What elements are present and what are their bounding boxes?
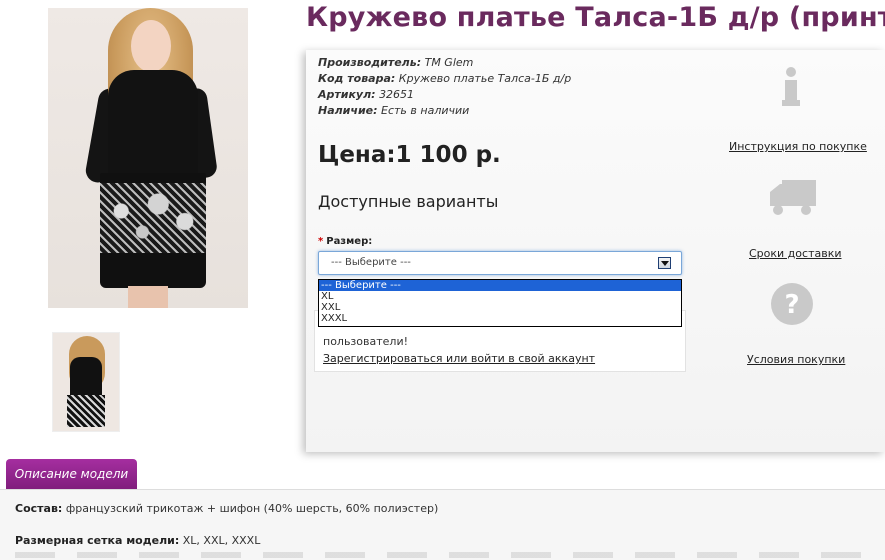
price: Цена:1 100 р. — [318, 142, 501, 168]
size-label: * Размер: — [318, 236, 372, 247]
description-panel: Состав: французский трикотаж + шифон (40… — [0, 489, 885, 560]
size-label-text: Размер: — [326, 236, 373, 247]
tab-description[interactable]: Описание модели — [6, 459, 137, 491]
size-option[interactable]: --- Выберите --- — [319, 280, 681, 291]
chevron-down-icon[interactable] — [658, 257, 671, 269]
article-label: Артикул: — [318, 88, 376, 101]
size-option[interactable]: XL — [319, 291, 681, 302]
size-chart-value: XL, XXL, XXXL — [182, 534, 261, 547]
photo-detail — [128, 286, 168, 308]
info-icon[interactable] — [780, 66, 802, 108]
composition-value: французский трикотаж + шифон (40% шерсть… — [65, 502, 439, 515]
composition-row: Состав: французский трикотаж + шифон (40… — [15, 502, 438, 515]
photo-detail — [131, 20, 171, 72]
product-info-panel: Производитель: ТМ Glem Код товара: Круже… — [306, 50, 885, 452]
svg-text:?: ? — [784, 290, 799, 320]
register-login-link[interactable]: Зарегистрироваться или войти в свой акка… — [323, 352, 595, 365]
size-option[interactable]: XXXL — [319, 313, 681, 324]
availability-label: Наличие: — [318, 104, 378, 117]
login-notice-text: пользователи! — [323, 335, 409, 348]
size-dropdown-list[interactable]: --- Выберите --- XL XXL XXXL — [318, 279, 682, 327]
composition-label: Состав: — [15, 502, 63, 515]
instructions-link[interactable]: Инструкция по покупке — [729, 140, 867, 153]
manufacturer-row: Производитель: ТМ Glem — [318, 56, 473, 69]
product-main-image[interactable] — [48, 8, 248, 308]
article-value: 32651 — [379, 88, 415, 101]
question-icon[interactable]: ? — [770, 282, 814, 326]
size-chart-label: Размерная сетка модели: — [15, 534, 180, 547]
variants-heading: Доступные варианты — [318, 192, 499, 211]
product-code-value: Кружево платье Талса-1Б д/р — [398, 72, 572, 85]
page-title: Кружево платье Талса-1Б д/р (принт) — [306, 2, 885, 33]
cut-off-text — [15, 552, 865, 558]
size-chart-row: Размерная сетка модели: XL, XXL, XXXL — [15, 534, 260, 547]
availability-row: Наличие: Есть в наличии — [318, 104, 469, 117]
delivery-link[interactable]: Сроки доставки — [749, 247, 842, 260]
photo-detail — [108, 70, 198, 175]
required-mark: * — [318, 236, 324, 247]
photo-detail — [100, 173, 206, 288]
manufacturer-label: Производитель: — [318, 56, 422, 69]
product-thumbnail[interactable] — [52, 332, 120, 432]
article-row: Артикул: 32651 — [318, 88, 414, 101]
product-code-label: Код товара: — [318, 72, 396, 85]
product-code-row: Код товара: Кружево платье Талса-1Б д/р — [318, 72, 571, 85]
size-select[interactable]: --- Выберите --- — [318, 251, 682, 275]
truck-icon[interactable] — [768, 178, 818, 218]
availability-value: Есть в наличии — [381, 104, 470, 117]
manufacturer-value: ТМ Glem — [424, 56, 474, 69]
size-select-value: --- Выберите --- — [331, 257, 411, 268]
size-option[interactable]: XXL — [319, 302, 681, 313]
purchase-conditions-link[interactable]: Условия покупки — [747, 353, 845, 366]
